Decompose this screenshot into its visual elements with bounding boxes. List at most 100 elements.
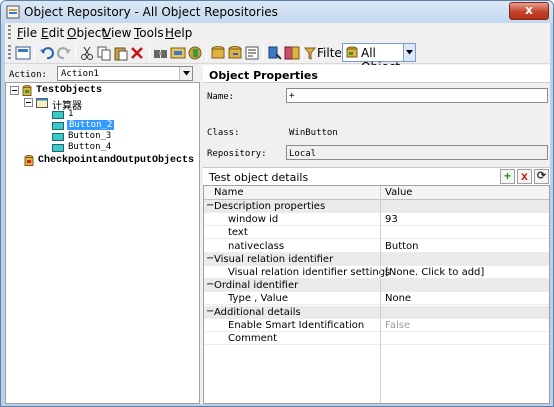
tree-item-label: Button_4 xyxy=(68,142,112,152)
cut-icon[interactable] xyxy=(79,45,95,61)
action-dropdown[interactable]: Action1 xyxy=(57,66,193,81)
collapse-toggle-icon[interactable] xyxy=(24,98,33,107)
property-name: text xyxy=(228,227,248,239)
grid-property-row[interactable]: Type , Value None xyxy=(204,292,549,306)
locate-icon[interactable] xyxy=(267,45,283,61)
object-repository-icon xyxy=(6,5,20,19)
menu-edit[interactable]: Edit xyxy=(41,26,64,40)
menu-view-accel: V xyxy=(103,26,111,40)
repository-value: Local xyxy=(289,149,317,159)
category-label: Ordinal identifier xyxy=(214,280,299,292)
grid-property-row[interactable]: nativeclass Button xyxy=(204,240,549,253)
grid-category-row[interactable]: − Visual relation identifier xyxy=(204,252,549,266)
tree-item-button-4[interactable]: Button_4 xyxy=(52,142,132,154)
grid-property-row[interactable]: Enable Smart Identification False xyxy=(204,319,549,332)
menu-view-label: iew xyxy=(110,26,132,40)
repository-label: Repository: xyxy=(207,149,267,159)
find-icon[interactable] xyxy=(153,45,169,61)
column-header-name[interactable]: Name xyxy=(214,187,244,198)
menu-help-label: elp xyxy=(174,26,193,40)
property-value[interactable]: Button xyxy=(385,241,419,252)
toolbar-separator xyxy=(75,45,76,61)
menu-tools[interactable]: Tools xyxy=(134,26,164,40)
property-name: Enable Smart Identification xyxy=(228,319,365,331)
delete-icon[interactable] xyxy=(129,45,145,61)
column-divider[interactable] xyxy=(380,186,381,403)
add-property-button[interactable]: + xyxy=(500,169,515,184)
menubar-grip[interactable] xyxy=(8,25,11,40)
refresh-button[interactable]: ⟳ xyxy=(534,169,549,184)
property-value[interactable]: 93 xyxy=(385,214,398,225)
column-header-value[interactable]: Value xyxy=(385,187,412,198)
category-label: Additional details xyxy=(214,306,301,318)
properties-icon[interactable] xyxy=(244,45,260,61)
window-title: Object Repository - All Object Repositor… xyxy=(24,5,278,19)
menu-object-label: bject xyxy=(76,26,107,40)
object-properties-title: Object Properties xyxy=(209,69,318,82)
grid-category-row[interactable]: − Ordinal identifier xyxy=(204,279,549,293)
property-name: Comment xyxy=(228,333,277,344)
filter-dropdown-arrow[interactable] xyxy=(403,44,415,61)
add-objects-icon[interactable] xyxy=(187,45,203,61)
name-value: + xyxy=(289,91,295,101)
grid-property-row[interactable]: window id 93 xyxy=(204,213,549,227)
grid-category-row[interactable]: − Additional details xyxy=(204,305,549,319)
grid-property-row[interactable]: Visual relation identifier settings [None… xyxy=(204,266,549,279)
grid-category-row[interactable]: − Description properties xyxy=(204,200,549,213)
property-name: window id xyxy=(228,214,279,226)
object-repository-window: Object Repository - All Object Repositor… xyxy=(0,0,554,407)
toolbar-separator xyxy=(206,45,207,61)
property-value[interactable]: [None. Click to add] xyxy=(385,267,484,278)
tree-item-label: 1 xyxy=(68,109,74,119)
filter-dropdown[interactable]: All Object xyxy=(342,43,416,74)
menu-file[interactable]: File xyxy=(17,26,37,40)
client-area: File Edit Object View Tools Help Filter:… xyxy=(5,23,550,404)
menu-help[interactable]: Help xyxy=(165,26,192,40)
menu-object[interactable]: Object xyxy=(67,26,106,40)
grid-property-row[interactable]: Comment xyxy=(204,332,549,345)
chevron-down-icon xyxy=(406,50,413,55)
collapse-toggle-icon[interactable] xyxy=(10,86,19,95)
toolbar-separator xyxy=(34,45,35,61)
repository-field xyxy=(286,145,548,160)
tree-node-calculator-window[interactable]: 计算器 xyxy=(24,97,144,112)
update-icon[interactable] xyxy=(227,45,243,61)
property-value[interactable]: False xyxy=(385,320,410,331)
action-dropdown-arrow[interactable] xyxy=(179,67,192,80)
category-label: Visual relation identifier xyxy=(214,253,334,265)
property-value[interactable]: None xyxy=(385,293,411,304)
class-value: WinButton xyxy=(289,128,338,138)
copy-icon[interactable] xyxy=(96,45,112,61)
redo-icon[interactable] xyxy=(56,45,72,61)
remove-property-button[interactable]: x xyxy=(517,169,532,184)
toolbar-grip[interactable] xyxy=(8,45,11,61)
object-properties-header: Object Properties xyxy=(203,65,550,83)
button-object-icon xyxy=(52,133,64,141)
menu-edit-label: dit xyxy=(48,26,65,40)
paste-icon[interactable] xyxy=(113,45,129,61)
details-grid[interactable]: Name Value − Description properties window… xyxy=(203,185,550,404)
chevron-down-icon xyxy=(183,71,190,76)
grid-property-row[interactable]: text xyxy=(204,226,549,240)
details-title: Test object details xyxy=(209,171,309,184)
close-button[interactable]: x xyxy=(509,2,549,20)
new-object-icon[interactable] xyxy=(15,45,31,61)
checkpoint-cylinder-icon xyxy=(24,155,34,166)
tree-root-testobjects[interactable]: TestObjects xyxy=(10,85,150,97)
undo-icon[interactable] xyxy=(39,45,55,61)
title-bar[interactable]: Object Repository - All Object Repositor… xyxy=(1,1,553,23)
object-cylinder-icon xyxy=(22,85,32,96)
name-field[interactable] xyxy=(286,88,548,103)
object-tree[interactable]: TestObjects 计算器 1 Button_2 Button_3 Butt… xyxy=(5,82,200,404)
compare-icon[interactable] xyxy=(284,45,300,61)
property-name: nativeclass xyxy=(228,240,285,252)
export-icon[interactable] xyxy=(210,45,226,61)
tree-checkpoints-label: CheckpointandOutputObjects xyxy=(38,155,195,166)
details-header: Test object details + x ⟳ xyxy=(203,167,550,185)
property-name: Visual relation identifier settings xyxy=(228,267,391,278)
menu-edit-accel: E xyxy=(41,26,49,40)
menu-view[interactable]: View xyxy=(103,26,131,40)
highlight-icon[interactable] xyxy=(170,45,186,61)
window-icon xyxy=(36,98,48,108)
tree-root-checkpoints[interactable]: CheckpointandOutputObjects xyxy=(24,155,194,167)
